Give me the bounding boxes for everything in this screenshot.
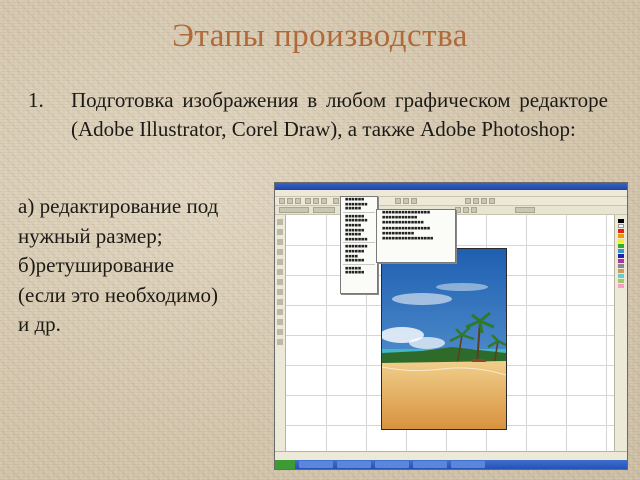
submenu: ■■■■■■■■■■■■■■■ ■■■■■■■■■■■ ■■■■■■■■■■■■■ ■…: [376, 209, 456, 263]
dropdown-menu: ■■■■■■ ■■■■■■■ ■■■■■ ■■■■■■ ■■■■■■■ ■■■■■ ■■■■…: [340, 196, 378, 294]
app-title-bar: [275, 183, 627, 190]
app-menubar: ■■■■■■■■■■■■■■■■■■■■■■■■■■■■■■■■■■■■■■■■…: [275, 190, 627, 206]
subpoint-line: (если это необходимо): [18, 282, 219, 307]
list-number: 1.: [28, 88, 44, 112]
editor-screenshot: ■■■■■■ ■■■■■■■ ■■■■■ ■■■■■■ ■■■■■■■ ■■■■■ ■■■■…: [274, 182, 628, 470]
toolbox: [275, 215, 286, 451]
subpoint-line: нужный размер;: [18, 223, 163, 248]
subpoint-list: а) редактирование под нужный размер; б)р…: [18, 192, 266, 340]
status-bar: [275, 451, 627, 460]
list-item-text: Подготовка изображения в любом графическ…: [71, 88, 608, 141]
slide-title: Этапы производства: [172, 18, 468, 54]
taskbar: [275, 460, 627, 469]
beach-photo: [381, 248, 507, 430]
subpoint-line: и др.: [18, 312, 61, 336]
start-button: [275, 460, 295, 469]
subpoint-line: б)ретуширование: [18, 253, 175, 277]
subpoint-line: а) редактирование под: [18, 194, 219, 218]
list-item-1: 1. Подготовка изображения в любом графич…: [28, 86, 608, 144]
photo-icon: [382, 249, 506, 429]
app-toolbar: [275, 197, 627, 206]
color-palette: [614, 215, 627, 451]
